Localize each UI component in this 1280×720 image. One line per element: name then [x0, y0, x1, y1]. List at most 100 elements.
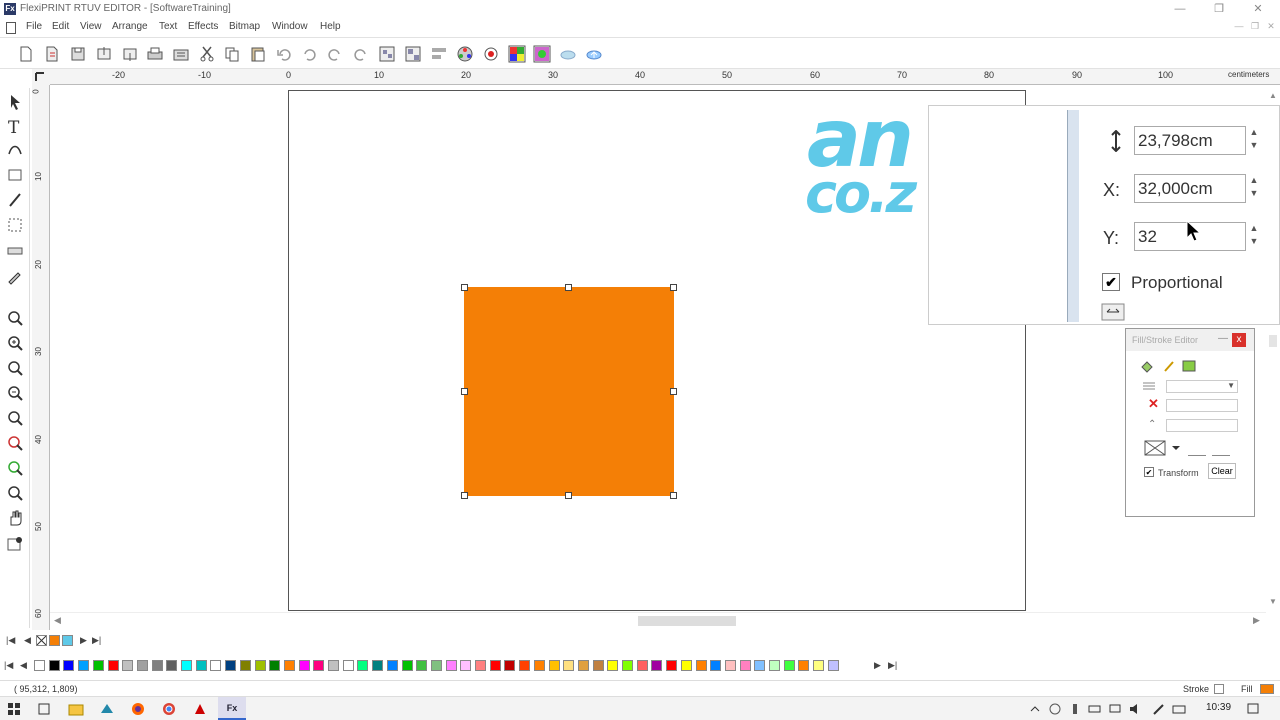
- palette-swatch[interactable]: [416, 660, 428, 671]
- mirror-buttons-icon[interactable]: [1101, 302, 1153, 322]
- menu-bitmap[interactable]: Bitmap: [229, 21, 260, 32]
- zoom-selected-icon[interactable]: [5, 433, 25, 453]
- windows-start-icon[interactable]: [6, 701, 22, 717]
- menu-edit[interactable]: Edit: [52, 21, 69, 32]
- palette-swatch-cyan[interactable]: [62, 635, 73, 646]
- palette-nav-last-icon[interactable]: ▶|: [92, 635, 101, 646]
- palette-swatch[interactable]: [269, 660, 281, 671]
- palette-nav-prev-icon[interactable]: ◀: [20, 660, 27, 671]
- menu-file[interactable]: File: [26, 21, 42, 32]
- mdi-close-button[interactable]: ✕: [1264, 21, 1278, 33]
- network-icon[interactable]: [1108, 702, 1122, 716]
- eyedropper-icon[interactable]: [5, 266, 25, 286]
- palette-swatch[interactable]: [563, 660, 575, 671]
- task-view-icon[interactable]: [36, 701, 52, 717]
- swatch-icon[interactable]: [507, 44, 527, 64]
- palette-swatch[interactable]: [386, 660, 398, 671]
- taskbar-clock[interactable]: 10:39: [1206, 702, 1231, 713]
- palette-swatch[interactable]: [181, 660, 192, 671]
- palette-swatch[interactable]: [48, 660, 60, 671]
- palette-nav-next-icon[interactable]: ▶: [80, 635, 87, 646]
- zoom-fit-icon[interactable]: [5, 458, 25, 478]
- palette-swatch[interactable]: [827, 660, 839, 671]
- palette-nav-prev-icon[interactable]: ◀: [24, 635, 31, 646]
- selection-handle[interactable]: [461, 284, 468, 291]
- palette-swatch[interactable]: [504, 660, 516, 671]
- palette-swatch-none[interactable]: [36, 635, 47, 646]
- stroke-width-field[interactable]: [1166, 399, 1238, 412]
- import-icon[interactable]: [94, 44, 114, 64]
- palette-swatch[interactable]: [401, 660, 413, 671]
- new-file-icon[interactable]: [16, 44, 36, 64]
- production-manager-icon[interactable]: [171, 44, 191, 64]
- palette-swatch[interactable]: [78, 660, 90, 671]
- transform-checkbox[interactable]: ✔: [1144, 467, 1154, 477]
- panel-minimize-button[interactable]: —: [1218, 333, 1230, 345]
- palette-swatch[interactable]: [107, 660, 119, 671]
- text-tool-icon[interactable]: T: [5, 116, 25, 138]
- palette-swatch[interactable]: [724, 660, 736, 671]
- battery-icon[interactable]: [1088, 702, 1102, 716]
- tray-app-icon[interactable]: [1048, 702, 1062, 716]
- swap-fill-stroke-icon[interactable]: [1182, 359, 1198, 373]
- ungroup-icon[interactable]: [403, 44, 423, 64]
- palette-swatch[interactable]: [489, 660, 501, 671]
- selection-handle[interactable]: [670, 492, 677, 499]
- palette-swatch[interactable]: [710, 660, 722, 671]
- menu-help[interactable]: Help: [320, 21, 341, 32]
- y-position-spinner[interactable]: ▲ ▼: [1247, 222, 1261, 251]
- keyboard-icon[interactable]: [1172, 702, 1186, 716]
- palette-swatch[interactable]: [695, 660, 707, 671]
- stroke-status-swatch[interactable]: [1214, 684, 1224, 694]
- document-icon[interactable]: [6, 22, 16, 34]
- palette-swatch-orange[interactable]: [49, 635, 60, 646]
- cut-icon[interactable]: [197, 44, 217, 64]
- shape-edit-icon[interactable]: [5, 140, 25, 160]
- palette-swatch[interactable]: [357, 660, 369, 671]
- logo-graphic[interactable]: an co.z: [805, 100, 929, 230]
- fill-bucket-icon[interactable]: [1140, 359, 1154, 373]
- palette-swatch[interactable]: [460, 660, 472, 671]
- palette-nav-first-icon[interactable]: |◀: [6, 635, 15, 646]
- selection-handle[interactable]: [565, 492, 572, 499]
- palette-swatch[interactable]: [739, 660, 751, 671]
- fill-swatch-box[interactable]: [1188, 440, 1206, 456]
- zoom-previous-icon[interactable]: [5, 483, 25, 503]
- zoom-icon[interactable]: [5, 308, 25, 328]
- palette-swatch[interactable]: [151, 660, 163, 671]
- notification-icon[interactable]: [1246, 702, 1260, 716]
- palette-swatch[interactable]: [607, 660, 619, 671]
- miter-field[interactable]: [1166, 419, 1238, 432]
- palette-swatch[interactable]: [548, 660, 560, 671]
- flexiprint-taskbar-button[interactable]: Fx: [218, 697, 246, 720]
- vertical-ruler[interactable]: 0 10 20 30 40 50 60: [32, 85, 50, 630]
- horizontal-scroll-thumb[interactable]: [638, 616, 736, 626]
- height-field[interactable]: 23,798cm: [1134, 126, 1246, 155]
- vertical-scroll-thumb[interactable]: [1269, 335, 1277, 347]
- palette-swatch[interactable]: [651, 660, 663, 671]
- selection-handle[interactable]: [670, 388, 677, 395]
- horizontal-ruler[interactable]: -20 -10 0 10 20 30 40 50 60 70 80 90 100…: [32, 69, 1280, 85]
- fill-tool-icon[interactable]: [5, 534, 25, 554]
- scroll-left-icon[interactable]: ◀: [54, 615, 61, 626]
- palette-swatch[interactable]: [328, 660, 339, 671]
- rectangle-tool-icon[interactable]: [5, 165, 25, 185]
- scroll-right-icon[interactable]: ▶: [1253, 615, 1260, 626]
- save-icon[interactable]: [68, 44, 88, 64]
- chrome-icon[interactable]: [161, 701, 177, 717]
- palette-swatch[interactable]: [210, 660, 222, 671]
- panel-close-button[interactable]: x: [1232, 333, 1246, 347]
- cloud-icon[interactable]: [558, 44, 578, 64]
- palette-swatch[interactable]: [519, 660, 531, 671]
- palette-swatch[interactable]: [63, 660, 75, 671]
- height-spinner[interactable]: ▲ ▼: [1247, 126, 1261, 155]
- palette-swatch[interactable]: [136, 660, 148, 671]
- maximize-button[interactable]: ❐: [1211, 2, 1227, 16]
- palette-swatch[interactable]: [166, 660, 178, 671]
- zoom-in-icon[interactable]: [5, 333, 25, 353]
- palette-swatch[interactable]: [298, 660, 310, 671]
- scroll-up-icon[interactable]: ▲: [1269, 91, 1277, 100]
- minimize-button[interactable]: —: [1172, 2, 1188, 16]
- palette-swatch[interactable]: [622, 660, 633, 671]
- palette-swatch[interactable]: [342, 660, 354, 671]
